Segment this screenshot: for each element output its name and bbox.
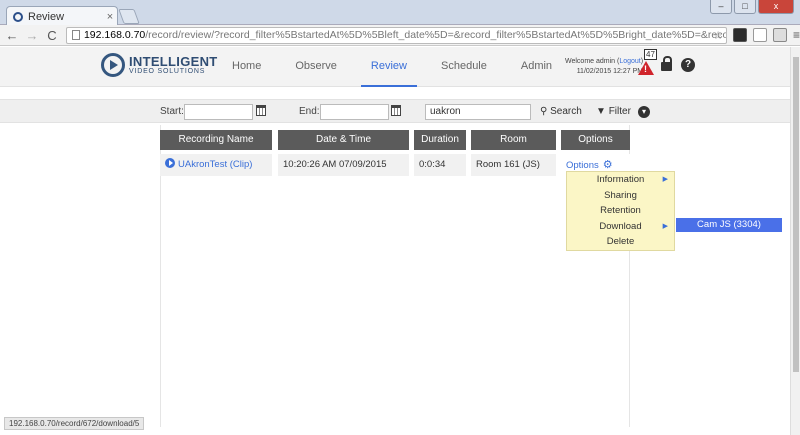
- window-controls: – □ x: [710, 0, 794, 14]
- column-header-room[interactable]: Room: [471, 130, 556, 150]
- logo-icon: [101, 53, 125, 77]
- menu-item-information[interactable]: Information ▶: [567, 172, 674, 188]
- forward-icon[interactable]: →: [24, 28, 40, 43]
- end-label: End:: [299, 106, 320, 117]
- filter-bar: Start: End: uakron ⚲ Search ▼ Filter ▾: [0, 99, 800, 123]
- funnel-icon: ▼: [596, 106, 606, 117]
- end-date-input[interactable]: [320, 104, 389, 120]
- menu-item-delete[interactable]: Delete: [567, 234, 674, 250]
- bookmark-star-icon[interactable]: ☆: [713, 29, 723, 42]
- back-icon[interactable]: ←: [4, 28, 20, 43]
- start-label: Start:: [160, 106, 184, 117]
- minimize-button[interactable]: –: [710, 0, 732, 14]
- column-header-date-time[interactable]: Date & Time: [278, 130, 409, 150]
- alert-count-badge: 47: [644, 49, 657, 60]
- tab-close-icon[interactable]: ×: [103, 11, 117, 23]
- new-tab-button[interactable]: [118, 9, 140, 24]
- welcome-block: Welcome admin (Logout) 11/02/2015 12:27 …: [565, 58, 644, 75]
- column-header-options: Options: [561, 130, 630, 150]
- menu-item-sharing[interactable]: Sharing: [567, 188, 674, 204]
- nav-review[interactable]: Review: [360, 47, 417, 87]
- extension-icon[interactable]: [733, 28, 748, 42]
- options-link[interactable]: Options: [566, 160, 599, 171]
- address-path: /record/review/?record_filter%5BstartedA…: [145, 29, 728, 41]
- table-row[interactable]: UAkronTest (Clip): [160, 154, 272, 176]
- address-host: 192.168.0.70: [83, 29, 146, 41]
- tab-title: Review: [28, 10, 65, 23]
- nav-schedule[interactable]: Schedule: [431, 47, 497, 87]
- search-input[interactable]: uakron: [425, 104, 531, 120]
- alerts-button[interactable]: 47 !: [638, 49, 657, 79]
- window-close-button[interactable]: x: [758, 0, 794, 14]
- logo[interactable]: INTELLIGENT VIDEO SOLUTIONS: [101, 53, 218, 77]
- calendar-icon[interactable]: [391, 105, 401, 116]
- main-nav: Home Observe Review Schedule Admin: [222, 47, 576, 87]
- chevron-right-icon: ▶: [662, 176, 668, 183]
- cell-room: Room 161 (JS): [471, 154, 556, 176]
- app-header: INTELLIGENT VIDEO SOLUTIONS Home Observe…: [0, 47, 800, 87]
- submenu-item-camera[interactable]: Cam JS (3304): [676, 218, 782, 232]
- nav-admin[interactable]: Admin: [511, 47, 562, 87]
- scroll-thumb[interactable]: [793, 57, 799, 372]
- cast-icon[interactable]: [773, 28, 787, 42]
- favicon-icon: [13, 11, 23, 22]
- page-icon: [71, 30, 80, 40]
- filter-button[interactable]: ▼ Filter: [596, 106, 631, 117]
- search-button[interactable]: ⚲ Search: [540, 106, 582, 117]
- cell-duration: 0:0:34: [414, 154, 466, 176]
- browser-titlebar: Review × – □ x: [0, 0, 800, 26]
- options-menu: Information ▶ Sharing Retention Download ▶…: [566, 171, 675, 251]
- menu-item-retention[interactable]: Retention: [567, 203, 674, 219]
- scrollbar[interactable]: [790, 47, 800, 435]
- reload-icon[interactable]: C: [44, 28, 60, 43]
- extension-icon[interactable]: [753, 28, 768, 42]
- maximize-button[interactable]: □: [734, 0, 756, 14]
- browser-tab[interactable]: Review ×: [6, 6, 118, 26]
- welcome-text: Welcome admin (: [565, 58, 620, 65]
- calendar-icon[interactable]: [256, 105, 266, 116]
- nav-observe[interactable]: Observe: [285, 47, 347, 87]
- column-header-recording-name[interactable]: Recording Name: [160, 130, 272, 150]
- status-bar-url: 192.168.0.70/record/672/download/5: [4, 417, 145, 430]
- recording-name-link[interactable]: UAkronTest (Clip): [178, 159, 252, 170]
- play-icon[interactable]: [165, 158, 175, 168]
- menu-item-download[interactable]: Download ▶: [567, 219, 674, 235]
- start-date-input[interactable]: [184, 104, 253, 120]
- logo-subtitle: VIDEO SOLUTIONS: [129, 68, 206, 75]
- search-icon: ⚲: [540, 106, 548, 117]
- browser-toolbar: ← → C 192.168.0.70/record/review/?record…: [0, 25, 800, 46]
- chevron-right-icon: ▶: [662, 222, 668, 230]
- help-icon[interactable]: ?: [681, 58, 695, 72]
- browser-menu-icon[interactable]: ≡: [793, 28, 800, 42]
- cell-datetime: 10:20:26 AM 07/09/2015: [278, 154, 409, 176]
- chevron-down-icon[interactable]: ▾: [638, 106, 650, 118]
- address-bar[interactable]: 192.168.0.70/record/review/?record_filte…: [65, 26, 728, 44]
- warning-icon: !: [638, 61, 654, 75]
- nav-home[interactable]: Home: [222, 47, 271, 87]
- lock-icon[interactable]: [661, 56, 672, 71]
- column-header-duration[interactable]: Duration: [414, 130, 466, 150]
- logo-title: INTELLIGENT: [129, 54, 218, 69]
- current-datetime: 11/02/2015 12:27 PM: [576, 68, 644, 75]
